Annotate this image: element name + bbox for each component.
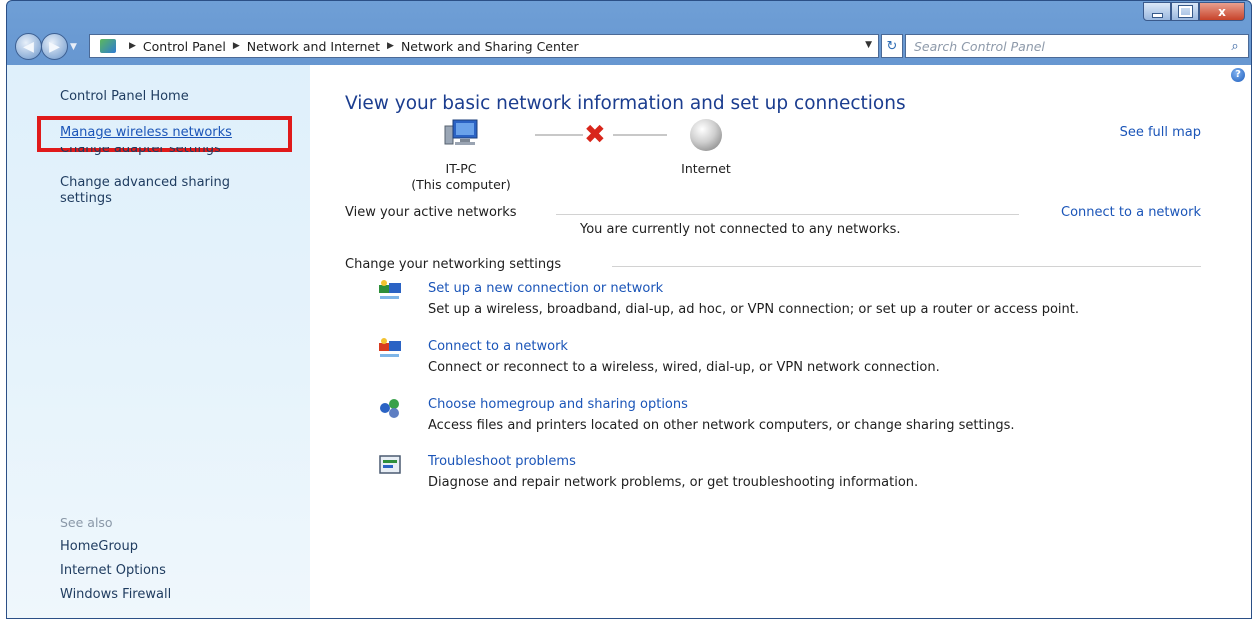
computer-icon	[444, 119, 478, 145]
see-also-heading: See also	[60, 515, 113, 530]
connect-to-network-link[interactable]: Connect to a network	[1061, 205, 1201, 220]
address-dropdown-icon[interactable]: ▼	[865, 40, 872, 50]
search-icon[interactable]: ⌕	[1226, 39, 1244, 54]
connection-status-text: You are currently not connected to any n…	[580, 222, 901, 237]
homegroup-sharing-link[interactable]: Choose homegroup and sharing options	[428, 397, 688, 412]
new-connection-icon	[379, 280, 401, 299]
connection-line	[613, 134, 667, 136]
help-icon[interactable]: ?	[1231, 68, 1245, 82]
connect-network-icon	[379, 338, 401, 357]
window: x ◀ ▶ ▼ ▶ Control Panel ▶ Network and In…	[6, 0, 1252, 619]
back-arrow-icon: ◀	[23, 38, 34, 55]
internet-label: Internet	[681, 161, 731, 176]
change-adapter-settings-link[interactable]: Change adapter settings	[60, 147, 221, 156]
computer-sub-label: (This computer)	[411, 177, 511, 192]
networking-settings-label: Change your networking settings	[345, 257, 562, 272]
active-networks-label: View your active networks	[345, 205, 517, 220]
history-dropdown-icon[interactable]: ▼	[70, 42, 77, 52]
homegroup-sharing-desc: Access files and printers located on oth…	[428, 418, 1015, 433]
disconnected-x-icon[interactable]: ✖	[584, 122, 606, 148]
maximize-button[interactable]	[1171, 2, 1199, 21]
search-input[interactable]: Search Control Panel	[914, 39, 1226, 54]
forward-button[interactable]: ▶	[41, 33, 68, 60]
connect-network-desc: Connect or reconnect to a wireless, wire…	[428, 360, 940, 375]
refresh-icon: ↻	[886, 38, 898, 54]
section-divider	[612, 266, 1201, 267]
back-button[interactable]: ◀	[15, 33, 42, 60]
troubleshoot-link[interactable]: Troubleshoot problems	[428, 454, 576, 469]
section-divider	[556, 214, 1019, 215]
connect-network-link[interactable]: Connect to a network	[428, 339, 568, 354]
breadcrumb-separator-icon[interactable]: ▶	[387, 41, 394, 51]
manage-wireless-networks-link[interactable]: Manage wireless networks	[60, 125, 232, 141]
see-also-homegroup-link[interactable]: HomeGroup	[60, 539, 138, 554]
close-icon: x	[1218, 4, 1226, 19]
breadcrumb-control-panel[interactable]: Control Panel	[143, 39, 226, 54]
troubleshoot-desc: Diagnose and repair network problems, or…	[428, 475, 919, 490]
control-panel-home-link[interactable]: Control Panel Home	[60, 89, 189, 105]
minimize-button[interactable]	[1143, 2, 1171, 21]
troubleshoot-icon	[379, 455, 401, 474]
refresh-button[interactable]: ↻	[881, 34, 903, 58]
minimize-icon	[1151, 12, 1163, 18]
breadcrumb-separator-icon[interactable]: ▶	[233, 41, 240, 51]
window-controls: x	[1143, 2, 1245, 21]
connection-line	[535, 134, 583, 136]
maximize-icon	[1177, 5, 1193, 18]
close-button[interactable]: x	[1199, 2, 1245, 21]
control-panel-icon	[100, 39, 116, 53]
task-pane: Control Panel Home Manage wireless netwo…	[7, 65, 310, 618]
breadcrumb-network-and-internet[interactable]: Network and Internet	[247, 39, 380, 54]
internet-globe-icon	[690, 119, 722, 151]
setup-connection-link[interactable]: Set up a new connection or network	[428, 281, 663, 296]
search-box[interactable]: Search Control Panel ⌕	[905, 34, 1249, 58]
setup-connection-desc: Set up a wireless, broadband, dial-up, a…	[428, 302, 1080, 317]
content-area: Control Panel Home Manage wireless netwo…	[7, 65, 1251, 618]
see-also-internet-options-link[interactable]: Internet Options	[60, 563, 166, 578]
see-full-map-link[interactable]: See full map	[1120, 125, 1201, 140]
change-advanced-sharing-link-line2[interactable]: settings	[60, 191, 112, 207]
computer-name-label: IT-PC	[445, 161, 477, 176]
change-advanced-sharing-link[interactable]: Change advanced sharing	[60, 175, 230, 191]
homegroup-icon	[380, 399, 399, 418]
main-pane: ? View your basic network information an…	[310, 65, 1251, 618]
address-bar[interactable]: ▶ Control Panel ▶ Network and Internet ▶…	[89, 34, 879, 58]
forward-arrow-icon: ▶	[49, 38, 60, 55]
navigation-bar: ◀ ▶ ▼ ▶ Control Panel ▶ Network and Inte…	[7, 29, 1251, 63]
breadcrumb-network-sharing-center[interactable]: Network and Sharing Center	[401, 39, 579, 54]
see-also-windows-firewall-link[interactable]: Windows Firewall	[60, 587, 171, 602]
page-title: View your basic network information and …	[345, 93, 906, 114]
breadcrumb-separator-icon[interactable]: ▶	[129, 41, 136, 51]
change-adapter-settings-label: Change adapter settings	[60, 147, 221, 156]
